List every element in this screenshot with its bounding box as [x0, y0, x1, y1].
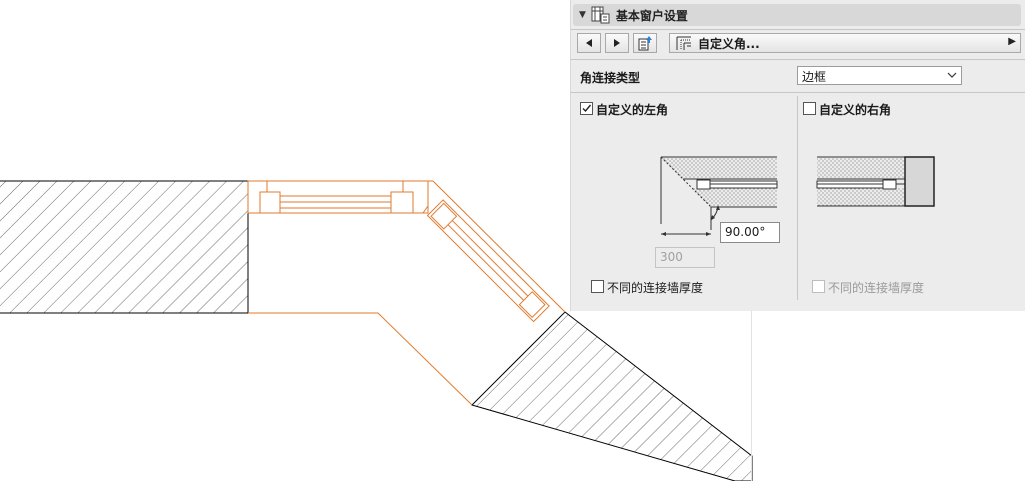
separator: [571, 92, 1025, 93]
wall-right[interactable]: [471, 311, 753, 481]
corner-connection-value: 边框: [802, 70, 827, 84]
favorites-button[interactable]: [633, 33, 657, 53]
wall-left[interactable]: [0, 180, 249, 314]
left-corner-label: 自定义的左角: [596, 103, 669, 117]
corner-connection-select[interactable]: 边框: [797, 66, 962, 85]
chevron-down-icon: [947, 72, 957, 78]
left-corner-angle-input[interactable]: 90.00°: [720, 222, 780, 243]
arrow-right-small-icon: ▶: [1008, 36, 1016, 47]
custom-corner-dropdown[interactable]: 自定义角... ▶: [669, 33, 1021, 53]
custom-corner-label: 自定义角...: [698, 36, 760, 51]
left-different-thickness-checkbox[interactable]: [591, 280, 604, 293]
triangle-down-icon[interactable]: ▼: [579, 10, 586, 20]
right-corner-checkbox[interactable]: [803, 102, 816, 115]
next-button[interactable]: [605, 33, 629, 53]
arrow-right-icon: [614, 39, 620, 47]
prev-button[interactable]: [577, 33, 601, 53]
window-settings-icon: [591, 6, 610, 24]
custom-corner-icon: [676, 36, 691, 50]
arrow-left-icon: [586, 39, 592, 47]
right-different-thickness-checkbox[interactable]: [812, 280, 825, 293]
separator: [571, 59, 1025, 60]
panel-title: 基本窗户设置: [615, 8, 688, 23]
right-corner-label: 自定义的右角: [819, 103, 892, 117]
left-corner-dimension-input[interactable]: 300: [655, 247, 715, 268]
favorites-icon: [638, 36, 652, 51]
check-icon: [582, 104, 592, 113]
panel-title-bar[interactable]: ▼ 基本窗户设置: [573, 4, 1021, 26]
right-corner-diagram: [816, 156, 935, 207]
basic-window-settings-panel: ▼ 基本窗户设置 自定义角... ▶ 角连接类型 边框 自定义的左角 90.00…: [570, 0, 1025, 311]
corner-connection-label: 角连接类型: [580, 71, 641, 85]
column-divider: [797, 96, 798, 300]
right-different-thickness-label: 不同的连接墙厚度: [828, 281, 925, 295]
panel-toolbar: 自定义角... ▶: [577, 33, 1021, 55]
left-corner-checkbox[interactable]: [580, 102, 593, 115]
canvas-divider: [751, 311, 752, 481]
separator: [571, 29, 1025, 30]
left-different-thickness-label: 不同的连接墙厚度: [607, 281, 704, 295]
